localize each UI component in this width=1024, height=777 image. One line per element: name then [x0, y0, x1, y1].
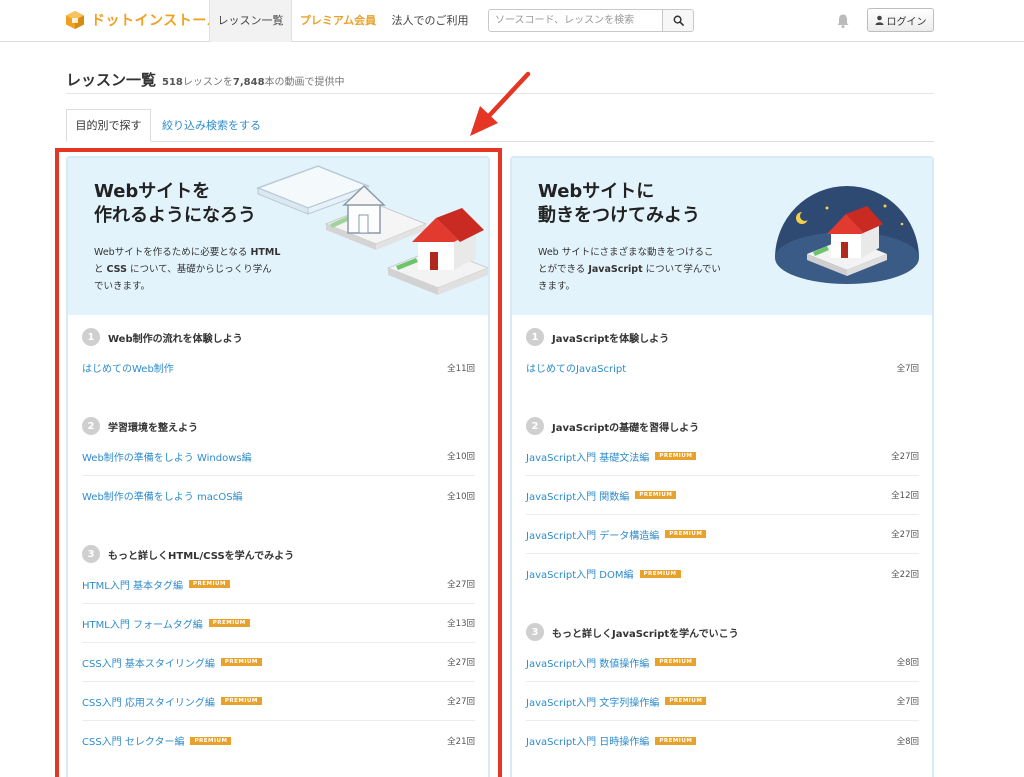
lesson-count: 518	[162, 77, 183, 88]
search-button[interactable]	[662, 9, 694, 32]
user-icon	[875, 15, 883, 25]
site-logo[interactable]: ドットインストール	[65, 9, 221, 31]
tab-by-purpose[interactable]: 目的別で探す	[66, 109, 151, 142]
premium-badge: PREMIUM	[635, 491, 677, 499]
lesson-link[interactable]: JavaScript入門 数値操作編	[526, 655, 649, 670]
login-label: ログイン	[886, 16, 927, 28]
card-title-line1: Webサイトに	[538, 181, 655, 202]
desc-part: について学んでい	[642, 264, 721, 275]
lesson-row[interactable]: JavaScript入門 データ構造編 PREMIUM 全27回	[526, 515, 919, 554]
lesson-link[interactable]: JavaScript入門 文字列操作編	[526, 694, 659, 709]
section-number: 2	[526, 417, 544, 435]
lesson-row[interactable]: はじめてのJavaScript 全7回	[526, 348, 919, 387]
lesson-count: 全22回	[891, 569, 919, 580]
lesson-count: 全27回	[891, 530, 919, 540]
desc-part: とができる	[538, 264, 589, 275]
card-description: Web サイトにさまざまな動きをつけるこ とができる JavaScript につい…	[538, 244, 748, 295]
lesson-link[interactable]: はじめてのJavaScript	[526, 360, 626, 375]
premium-badge: PREMIUM	[639, 569, 681, 578]
page-title: レッスン一覧	[66, 71, 157, 89]
title-divider	[66, 93, 934, 94]
desc-bold: JavaScript	[588, 264, 643, 275]
lesson-row[interactable]: JavaScript入門 関数編 PREMIUM 全12回	[526, 476, 919, 515]
premium-badge: PREMIUM	[655, 452, 697, 460]
section-title: もっと詳しくJavaScriptを学んでいこう	[552, 628, 739, 640]
lesson-link[interactable]: JavaScript入門 基礎文法編	[526, 449, 649, 464]
section-title: JavaScriptの基礎を習得しよう	[552, 422, 700, 434]
section-header: 3 もっと詳しくJavaScriptを学んでいこう	[526, 623, 739, 641]
section-number: 3	[526, 623, 544, 641]
section-number: 1	[526, 328, 544, 346]
page-title-block: レッスン一覧 518レッスンを7,848本の動画で提供中	[66, 69, 345, 90]
lesson-count-text: 518レッスンを7,848本の動画で提供中	[162, 73, 345, 88]
lesson-row[interactable]: JavaScript入門 数値操作編 PREMIUM 全8回	[526, 643, 919, 682]
lesson-count-end: 本の動画で提供中	[264, 77, 345, 88]
logo-text: ドットインストール	[91, 13, 222, 29]
lesson-count: 全7回	[896, 697, 919, 707]
lesson-count-mid: レッスンを	[182, 77, 233, 88]
highlight-box	[55, 148, 502, 777]
card-hero: Webサイトに 動きをつけてみよう Web サイトにさまざまな動きをつけるこ とが…	[512, 158, 932, 315]
desc-part: きます。	[538, 281, 576, 292]
lesson-count: 全27回	[891, 452, 919, 462]
nav-lessons[interactable]: レッスン一覧	[209, 0, 292, 42]
premium-badge: PREMIUM	[665, 530, 707, 538]
lesson-link[interactable]: JavaScript入門 データ構造編	[526, 527, 659, 542]
lesson-count: 全7回	[896, 363, 919, 374]
lesson-row[interactable]: JavaScript入門 基礎文法編 PREMIUM 全27回	[526, 437, 919, 476]
lesson-link[interactable]: JavaScript入門 DOM編	[526, 566, 634, 581]
lesson-count: 全8回	[896, 658, 919, 668]
lesson-link[interactable]: JavaScript入門 日時操作編	[526, 733, 649, 748]
logo-cube-icon	[66, 11, 84, 29]
section-header: 1 JavaScriptを体験しよう	[526, 328, 669, 346]
card-title: Webサイトに 動きをつけてみよう	[538, 180, 700, 228]
bell-icon[interactable]	[836, 13, 850, 29]
desc-part: Web サイトにさまざまな動きをつけるこ	[538, 247, 714, 258]
card-title-line2: 動きをつけてみよう	[538, 205, 700, 226]
video-count: 7,848	[232, 77, 265, 88]
lesson-count: 全8回	[896, 736, 919, 747]
nav-premium[interactable]: プレミアム会員	[298, 0, 378, 42]
nav-corporate[interactable]: 法人でのご利用	[388, 0, 472, 42]
top-header: ドットインストール レッスン一覧 プレミアム会員 法人でのご利用 ソースコード、…	[0, 0, 1024, 42]
lesson-row[interactable]: JavaScript入門 文字列操作編 PREMIUM 全7回	[526, 682, 919, 721]
lesson-row[interactable]: JavaScript入門 日時操作編 PREMIUM 全8回	[526, 721, 919, 760]
premium-badge: PREMIUM	[655, 736, 697, 745]
login-button[interactable]: ログイン	[867, 8, 934, 32]
section-title: JavaScriptを体験しよう	[552, 333, 670, 345]
search-icon	[673, 15, 684, 26]
night-house-illustration	[775, 186, 919, 284]
search-input[interactable]: ソースコード、レッスンを検索	[488, 9, 663, 32]
lesson-count: 全12回	[891, 491, 919, 501]
premium-badge: PREMIUM	[655, 658, 697, 666]
section-header: 2 JavaScriptの基礎を習得しよう	[526, 417, 699, 435]
premium-badge: PREMIUM	[665, 697, 707, 705]
course-card-javascript: Webサイトに 動きをつけてみよう Web サイトにさまざまな動きをつけるこ とが…	[510, 156, 934, 777]
lesson-link[interactable]: JavaScript入門 関数編	[526, 488, 629, 503]
lesson-row[interactable]: JavaScript入門 DOM編 PREMIUM 全22回	[526, 554, 919, 593]
tab-filter-search[interactable]: 絞り込み検索をする	[162, 109, 261, 142]
